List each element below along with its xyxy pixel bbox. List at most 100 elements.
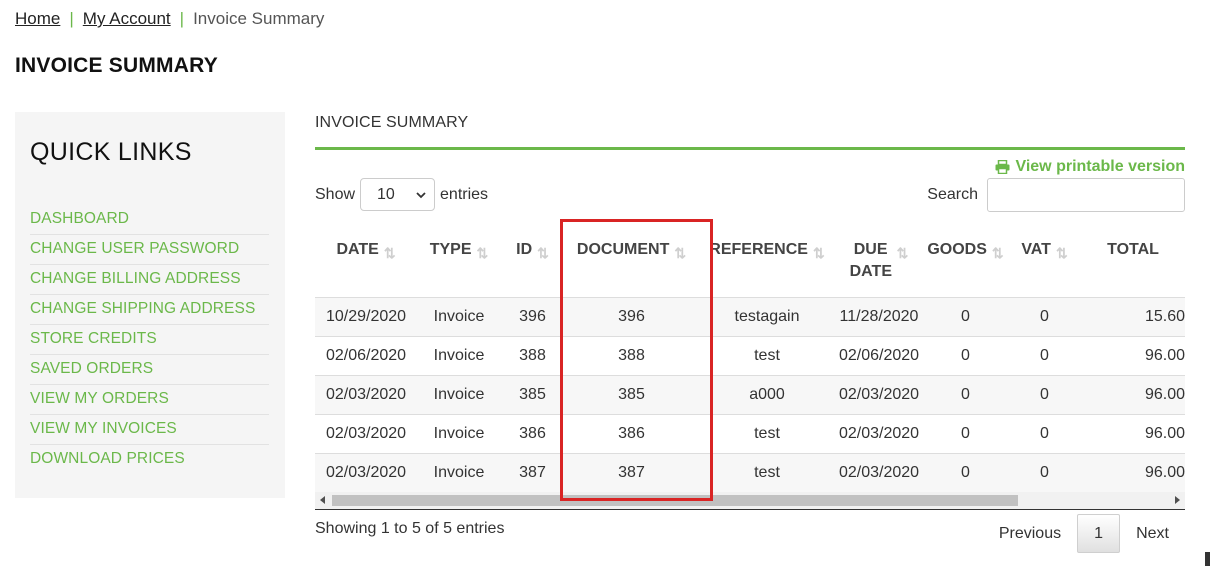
cell-reference: testagain bbox=[734, 307, 800, 325]
cell-document: 385 bbox=[564, 374, 699, 414]
cell-total: 96.00 bbox=[1081, 413, 1185, 453]
pagination: Previous 1 Next bbox=[983, 514, 1185, 553]
sort-icon: ⇅ bbox=[537, 245, 549, 261]
previous-page-button[interactable]: Previous bbox=[983, 514, 1077, 553]
chevron-down-icon bbox=[416, 186, 426, 204]
quick-link-view-orders[interactable]: VIEW MY ORDERS bbox=[30, 390, 169, 408]
quick-link-item: STORE CREDITS bbox=[30, 325, 269, 355]
cell-date: 02/03/2020 bbox=[315, 374, 417, 414]
table-row[interactable]: 02/03/2020 Invoice 387 387 test 02/03/20… bbox=[315, 452, 1185, 492]
column-header-total[interactable]: TOTAL bbox=[1081, 224, 1185, 298]
section-divider bbox=[315, 147, 1185, 150]
cell-due-date: 02/03/2020 bbox=[835, 413, 923, 453]
page-title: INVOICE SUMMARY bbox=[15, 54, 218, 77]
quick-link-change-shipping-address[interactable]: CHANGE SHIPPING ADDRESS bbox=[30, 300, 255, 318]
quick-links-list: DASHBOARD CHANGE USER PASSWORD CHANGE BI… bbox=[30, 205, 269, 475]
cell-due-date: 02/06/2020 bbox=[835, 335, 923, 375]
column-header-vat[interactable]: VAT ⇅ bbox=[1008, 224, 1081, 298]
column-header-label: DOCUMENT bbox=[576, 241, 670, 258]
table-bottom-divider bbox=[315, 509, 1185, 510]
breadcrumb-separator: | bbox=[69, 9, 74, 28]
quick-link-item: VIEW MY INVOICES bbox=[30, 415, 269, 445]
quick-link-change-password[interactable]: CHANGE USER PASSWORD bbox=[30, 240, 239, 258]
quick-links-sidebar: QUICK LINKS DASHBOARD CHANGE USER PASSWO… bbox=[15, 112, 285, 498]
scroll-left-arrow-icon[interactable] bbox=[320, 496, 325, 504]
column-header-id[interactable]: ID ⇅ bbox=[501, 224, 564, 298]
column-header-label: VAT bbox=[1021, 241, 1051, 258]
column-header-label: TOTAL bbox=[1107, 241, 1159, 258]
sort-icon: ⇅ bbox=[476, 245, 489, 261]
quick-link-item: VIEW MY ORDERS bbox=[30, 385, 269, 415]
quick-link-item: DOWNLOAD PRICES bbox=[30, 445, 269, 475]
breadcrumb-home-link[interactable]: Home bbox=[15, 9, 60, 29]
column-header-document[interactable]: DOCUMENT ⇅ bbox=[564, 224, 699, 298]
sort-icon: ⇅ bbox=[674, 245, 687, 261]
cell-reference: a000 bbox=[699, 374, 835, 414]
cell-id: 387 bbox=[501, 452, 564, 492]
view-printable-version-link[interactable]: View printable version bbox=[995, 158, 1185, 176]
horizontal-scrollbar[interactable] bbox=[315, 492, 1185, 509]
sort-icon: ⇅ bbox=[1055, 245, 1068, 261]
table-row[interactable]: 02/03/2020 Invoice 386 386 test 02/03/20… bbox=[315, 413, 1185, 453]
column-header-label: GOODS bbox=[927, 241, 987, 258]
column-header-date[interactable]: DATE ⇅ bbox=[315, 224, 417, 298]
cell-goods: 0 bbox=[961, 307, 970, 325]
quick-link-saved-orders[interactable]: SAVED ORDERS bbox=[30, 360, 153, 378]
sort-icon: ⇅ bbox=[991, 245, 1004, 261]
cell-due-date: 02/03/2020 bbox=[835, 452, 923, 492]
column-header-type[interactable]: TYPE ⇅ bbox=[417, 224, 501, 298]
column-header-goods[interactable]: GOODS ⇅ bbox=[923, 224, 1008, 298]
cell-type: Invoice bbox=[433, 307, 485, 325]
breadcrumb-current: Invoice Summary bbox=[193, 9, 325, 28]
search-input[interactable] bbox=[987, 178, 1185, 212]
quick-link-change-billing-address[interactable]: CHANGE BILLING ADDRESS bbox=[30, 270, 241, 288]
quick-links-title: QUICK LINKS bbox=[30, 138, 192, 166]
column-header-reference[interactable]: REFERENCE ⇅ bbox=[699, 224, 835, 298]
table-row[interactable]: 02/03/2020 Invoice 385 385 a000 02/03/20… bbox=[315, 374, 1185, 414]
next-page-button[interactable]: Next bbox=[1120, 514, 1185, 553]
breadcrumb-separator: | bbox=[179, 9, 185, 28]
column-header-label: DUE DATE bbox=[849, 241, 892, 280]
page-1-button[interactable]: 1 bbox=[1077, 514, 1121, 553]
cell-vat: 0 bbox=[1008, 413, 1081, 453]
quick-link-download-prices[interactable]: DOWNLOAD PRICES bbox=[30, 450, 185, 468]
cell-date: 02/06/2020 bbox=[315, 335, 417, 375]
column-header-label: DATE bbox=[336, 241, 379, 258]
cell-type: Invoice bbox=[417, 374, 501, 414]
table-row[interactable]: 10/29/2020 Invoice 396 396 testagain 11/… bbox=[315, 297, 1185, 336]
scrollbar-thumb[interactable] bbox=[332, 495, 1018, 506]
column-header-due-date[interactable]: DUE DATE⇅ bbox=[835, 224, 923, 298]
cell-total: 96.00 bbox=[1081, 374, 1185, 414]
quick-link-item: CHANGE USER PASSWORD bbox=[30, 235, 269, 265]
cell-reference: test bbox=[699, 413, 835, 453]
quick-link-item: CHANGE SHIPPING ADDRESS bbox=[30, 295, 269, 325]
column-header-label: TYPE bbox=[429, 241, 472, 258]
quick-link-item: DASHBOARD bbox=[30, 205, 269, 235]
length-entries-label: entries bbox=[440, 185, 489, 203]
quick-link-view-invoices[interactable]: VIEW MY INVOICES bbox=[30, 420, 177, 438]
cell-type: Invoice bbox=[417, 413, 501, 453]
breadcrumb-my-account-link[interactable]: My Account bbox=[83, 9, 171, 29]
cell-total: 96.00 bbox=[1081, 452, 1185, 492]
table-header-row: DATE ⇅ TYPE ⇅ ID ⇅ DOCUMENT ⇅ REFERENCE ⇅ DUE… bbox=[315, 224, 1185, 298]
table-row[interactable]: 02/06/2020 Invoice 388 388 test 02/06/20… bbox=[315, 335, 1185, 375]
breadcrumb: Home | My Account | Invoice Summary bbox=[15, 9, 324, 29]
cell-due-date: 02/03/2020 bbox=[835, 374, 923, 414]
cell-goods: 0 bbox=[923, 413, 1008, 453]
sort-icon: ⇅ bbox=[812, 245, 825, 261]
cell-id: 388 bbox=[501, 335, 564, 375]
cell-reference: test bbox=[699, 335, 835, 375]
column-header-label: REFERENCE bbox=[709, 241, 808, 258]
cell-goods: 0 bbox=[923, 374, 1008, 414]
quick-link-item: CHANGE BILLING ADDRESS bbox=[30, 265, 269, 295]
quick-link-store-credits[interactable]: STORE CREDITS bbox=[30, 330, 157, 348]
cell-goods: 0 bbox=[923, 335, 1008, 375]
quick-link-dashboard[interactable]: DASHBOARD bbox=[30, 210, 129, 228]
cell-total: 96.00 bbox=[1081, 335, 1185, 375]
cell-document: 388 bbox=[564, 335, 699, 375]
entries-per-page-select[interactable]: 10 bbox=[360, 178, 436, 211]
cell-type: Invoice bbox=[417, 335, 501, 375]
cell-id: 385 bbox=[501, 374, 564, 414]
scroll-right-arrow-icon[interactable] bbox=[1175, 496, 1180, 504]
cell-due-date: 11/28/2020 bbox=[839, 307, 919, 325]
